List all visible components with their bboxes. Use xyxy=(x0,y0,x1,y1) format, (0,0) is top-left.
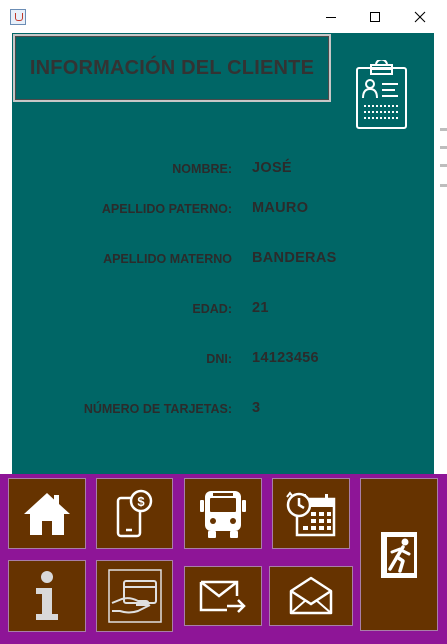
home-icon xyxy=(24,492,70,535)
open-mail-button[interactable] xyxy=(269,566,353,626)
field-label: NÚMERO DE TARJETAS: xyxy=(83,402,232,416)
frame-artifact xyxy=(440,164,447,167)
info-icon xyxy=(36,571,58,620)
frame-artifact xyxy=(440,128,447,131)
field-row-edad: EDAD: 21 xyxy=(12,300,434,320)
field-row-dni: DNI: 14123456 xyxy=(12,350,434,370)
field-value: 21 xyxy=(252,300,269,316)
bus-button[interactable] xyxy=(184,478,262,549)
field-label: DNI: xyxy=(206,352,232,366)
field-row-numero-tarjetas: NÚMERO DE TARJETAS: 3 xyxy=(12,400,434,420)
close-button[interactable] xyxy=(397,0,443,33)
window-frame-left xyxy=(0,33,12,474)
minimize-icon xyxy=(326,16,336,18)
schedule-button[interactable] xyxy=(272,478,350,549)
field-value: 3 xyxy=(252,400,261,416)
client-info-panel: INFORMACIÓN DEL CLIENTE NOMBRE: JOSÉ APE… xyxy=(12,33,434,474)
page-title-box: INFORMACIÓN DEL CLIENTE xyxy=(13,34,331,102)
frame-artifact xyxy=(440,146,447,149)
maximize-button[interactable] xyxy=(352,0,398,33)
window-frame-right xyxy=(434,33,447,474)
field-row-apellido-paterno: APELLIDO PATERNO: MAURO xyxy=(12,200,434,220)
field-value: JOSÉ xyxy=(252,160,292,176)
bottom-toolbar: $ xyxy=(0,474,447,644)
window-titlebar xyxy=(0,0,447,33)
field-row-apellido-materno: APELLIDO MATERNO BANDERAS xyxy=(12,250,434,270)
minimize-button[interactable] xyxy=(308,0,354,33)
page-title: INFORMACIÓN DEL CLIENTE xyxy=(29,56,315,79)
field-row-nombre: NOMBRE: JOSÉ xyxy=(12,160,434,180)
card-payment-icon xyxy=(107,569,162,623)
send-mail-icon xyxy=(199,580,246,613)
frame-artifact xyxy=(440,184,447,187)
svg-text:$: $ xyxy=(137,494,145,509)
info-button[interactable] xyxy=(8,560,86,632)
home-button[interactable] xyxy=(8,478,86,549)
field-value: 14123456 xyxy=(252,350,319,366)
bus-icon xyxy=(200,490,246,538)
field-label: NOMBRE: xyxy=(172,162,232,176)
field-label: APELLIDO PATERNO: xyxy=(101,202,232,216)
field-value: MAURO xyxy=(252,200,309,216)
close-icon xyxy=(414,11,426,22)
card-payment-button[interactable] xyxy=(96,560,173,632)
clipboard-user-icon xyxy=(356,60,407,129)
exit-icon xyxy=(381,531,417,578)
field-label: EDAD: xyxy=(192,302,232,316)
calendar-schedule-icon xyxy=(286,490,336,536)
mobile-payment-icon: $ xyxy=(116,489,152,537)
mobile-payment-button[interactable]: $ xyxy=(96,478,173,549)
java-cup-icon xyxy=(10,9,26,25)
maximize-icon xyxy=(370,11,380,22)
exit-button[interactable] xyxy=(360,478,438,631)
field-label: APELLIDO MATERNO xyxy=(103,252,232,266)
open-mail-icon xyxy=(289,576,333,615)
send-mail-button[interactable] xyxy=(184,566,262,626)
field-value: BANDERAS xyxy=(252,250,337,266)
